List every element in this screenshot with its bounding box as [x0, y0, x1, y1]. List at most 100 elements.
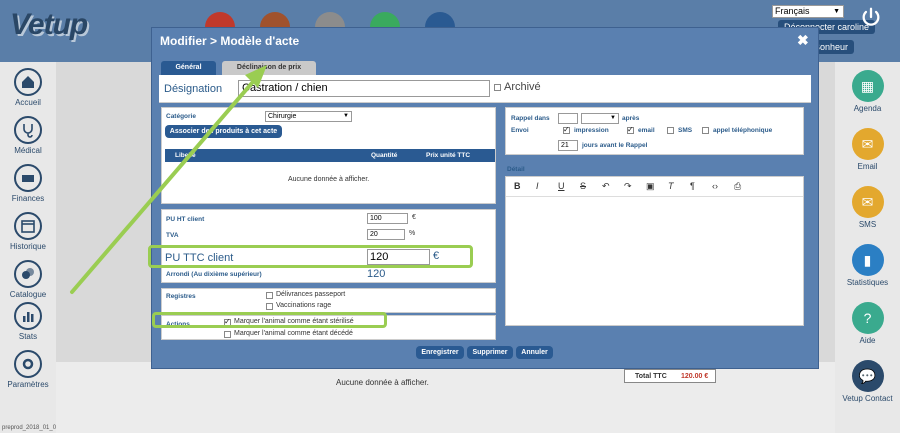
- nav-accueil[interactable]: Accueil: [0, 68, 56, 107]
- close-icon[interactable]: ✖: [797, 32, 809, 49]
- envoi-appel-label: appel téléphonique: [713, 127, 773, 134]
- category-panel: Catégorie Chirurgie ▼ Associer des produi…: [161, 107, 496, 204]
- strikethrough-icon[interactable]: S: [580, 181, 586, 191]
- envoi-impression-checkbox[interactable]: [563, 125, 570, 134]
- redo-icon[interactable]: ↷: [624, 181, 632, 192]
- archive-checkbox[interactable]: [494, 84, 501, 91]
- associate-products-button[interactable]: Associer des produits à cet acte: [165, 125, 282, 138]
- registre-passeport-checkbox[interactable]: [266, 292, 273, 299]
- rnav-email[interactable]: ✉ Email: [835, 128, 900, 171]
- tva-label: TVA: [166, 232, 179, 239]
- column-libelle: Libellé: [175, 152, 196, 159]
- rappel-panel: Rappel dans ▼ après Envoi impression ema…: [505, 107, 804, 155]
- jours-input[interactable]: 21: [558, 140, 578, 151]
- envoi-appel-checkbox[interactable]: [702, 127, 709, 134]
- rappel-number-input[interactable]: [558, 113, 578, 124]
- tab-declinaison-prix[interactable]: Déclinaison de prix: [222, 61, 316, 75]
- jours-text: jours avant le Rappel: [582, 142, 648, 149]
- rappel-label: Rappel dans: [511, 115, 550, 122]
- undo-icon[interactable]: ↶: [602, 181, 610, 192]
- rnav-sms[interactable]: ✉ SMS: [835, 186, 900, 229]
- rappel-unit-select[interactable]: ▼: [581, 113, 619, 124]
- power-icon[interactable]: [860, 6, 882, 28]
- nav-label: Finances: [11, 194, 45, 203]
- sms-icon: ✉: [851, 186, 884, 218]
- nav-historique[interactable]: Historique: [0, 212, 56, 251]
- registre-rage-label: Vaccinations rage: [276, 302, 332, 309]
- rnav-vetup-contact[interactable]: 💬 Vetup Contact: [835, 360, 900, 403]
- email-icon: ✉: [851, 128, 884, 160]
- nav-label: Catalogue: [9, 290, 47, 299]
- total-value: 120.00 €: [681, 373, 709, 380]
- italic-icon[interactable]: I: [536, 181, 539, 191]
- calendar-icon: [14, 212, 42, 240]
- logo: Vetup: [10, 8, 88, 41]
- language-select[interactable]: Français ▼: [772, 5, 844, 18]
- bold-icon[interactable]: B: [514, 181, 521, 191]
- background-total: Total TTC 120.00 €: [624, 369, 716, 383]
- modal-title: Modifier > Modèle d'acte: [160, 34, 300, 48]
- tab-general[interactable]: Général: [161, 61, 216, 75]
- designation-label: Désignation: [164, 83, 223, 95]
- envoi-sms-label: SMS: [678, 127, 693, 134]
- actions-highlight: [152, 312, 387, 328]
- right-navigation: ▦ Agenda ✉ Email ✉ SMS ▮ Statistiques ? …: [835, 62, 900, 433]
- category-select[interactable]: Chirurgie ▼: [265, 111, 352, 122]
- chart-icon: ▮: [851, 244, 884, 276]
- detail-editor[interactable]: B I U S ↶ ↷ ▣ T ¶ ‹› ⎙: [505, 176, 804, 326]
- envoi-email-checkbox[interactable]: [627, 125, 634, 134]
- cancel-button[interactable]: Annuler: [516, 346, 553, 359]
- delete-button[interactable]: Supprimer: [467, 346, 513, 359]
- rnav-agenda[interactable]: ▦ Agenda: [835, 70, 900, 113]
- column-quantite: Quantité: [371, 152, 398, 159]
- nav-finances[interactable]: Finances: [0, 164, 56, 203]
- nav-catalogue[interactable]: Catalogue: [0, 260, 56, 299]
- agenda-icon: ▦: [851, 70, 884, 102]
- pu-ht-input[interactable]: 100: [367, 213, 408, 224]
- underline-icon[interactable]: U: [558, 181, 565, 191]
- rnav-label: Email: [857, 162, 878, 171]
- registres-panel: Registres Délivrances passeport Vaccinat…: [161, 288, 496, 313]
- envoi-label: Envoi: [511, 127, 529, 134]
- archive-label: Archivé: [504, 81, 541, 93]
- nav-parametres[interactable]: Paramètres: [0, 350, 56, 389]
- home-icon: [14, 68, 42, 96]
- nav-medical[interactable]: Médical: [0, 116, 56, 155]
- envoi-impression-label: impression: [574, 127, 609, 134]
- paragraph-icon[interactable]: ¶: [690, 181, 695, 191]
- nav-label: Accueil: [15, 98, 41, 107]
- nav-label: Paramètres: [7, 380, 49, 389]
- registre-rage-checkbox[interactable]: [266, 303, 273, 310]
- finance-icon: [14, 164, 42, 192]
- tva-input[interactable]: 20: [367, 229, 405, 240]
- rnav-label: SMS: [858, 220, 877, 229]
- nav-label: Stats: [18, 332, 38, 341]
- chat-icon: 💬: [851, 360, 884, 392]
- products-table-header: Libellé Quantité Prix unité TTC: [165, 149, 495, 162]
- stethoscope-icon: [14, 116, 42, 144]
- rnav-label: Aide: [859, 336, 876, 345]
- left-navigation: Accueil Médical Finances Historique Cata…: [0, 62, 56, 433]
- editor-toolbar: B I U S ↶ ↷ ▣ T ¶ ‹› ⎙: [506, 177, 803, 197]
- apres-label: après: [622, 115, 640, 122]
- rnav-label: Vetup Contact: [842, 394, 893, 403]
- products-empty-text: Aucune donnée à afficher.: [288, 176, 370, 183]
- rnav-statistiques[interactable]: ▮ Statistiques: [835, 244, 900, 287]
- clear-format-icon[interactable]: T: [668, 181, 674, 191]
- print-icon[interactable]: ⎙: [734, 181, 741, 192]
- catalogue-icon: [14, 260, 42, 288]
- pu-ttc-highlight: [148, 245, 473, 268]
- designation-row: Désignation Castration / chien Archivé: [159, 75, 811, 103]
- action-decede-checkbox[interactable]: [224, 331, 231, 338]
- image-icon[interactable]: ▣: [646, 181, 655, 192]
- column-prix: Prix unité TTC: [426, 152, 471, 159]
- code-icon[interactable]: ‹›: [712, 181, 718, 191]
- designation-input[interactable]: Castration / chien: [238, 80, 490, 97]
- rnav-aide[interactable]: ? Aide: [835, 302, 900, 345]
- envoi-sms-checkbox[interactable]: [667, 127, 674, 134]
- nav-stats[interactable]: Stats: [0, 302, 56, 341]
- help-icon: ?: [851, 302, 884, 334]
- total-label: Total TTC: [635, 373, 667, 380]
- save-button[interactable]: Enregistrer: [416, 346, 464, 359]
- category-label: Catégorie: [166, 113, 196, 120]
